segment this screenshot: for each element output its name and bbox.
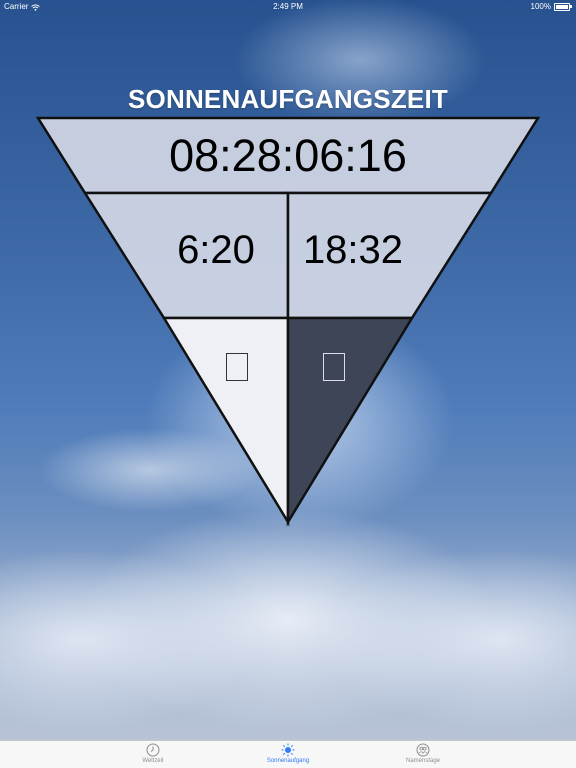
people-icon [416,743,430,757]
night-symbol-icon [323,353,345,381]
tab-label: Weltzeit [142,758,164,764]
day-panel [161,316,290,527]
countdown-time: 08:28:06:16 [169,130,407,181]
tab-weltzeit[interactable]: Weltzeit [113,743,193,764]
clock-icon [146,743,160,757]
tab-namenstage[interactable]: Namenstage [383,743,463,764]
tab-sonnenaufgang[interactable]: Sonnenaufgang [248,743,328,764]
sunset-time: 18:32 [302,228,404,272]
sun-icon [281,743,295,757]
tab-bar: Weltzeit Sonnenaufgang Namenstage [0,740,576,768]
tab-label: Namenstage [405,758,441,764]
sun-triangle [35,116,541,527]
night-panel [286,316,415,527]
sunrise-time: 6:20 [177,228,255,272]
tab-label: Sonnenaufgang [266,758,310,764]
day-symbol-icon [226,353,248,381]
